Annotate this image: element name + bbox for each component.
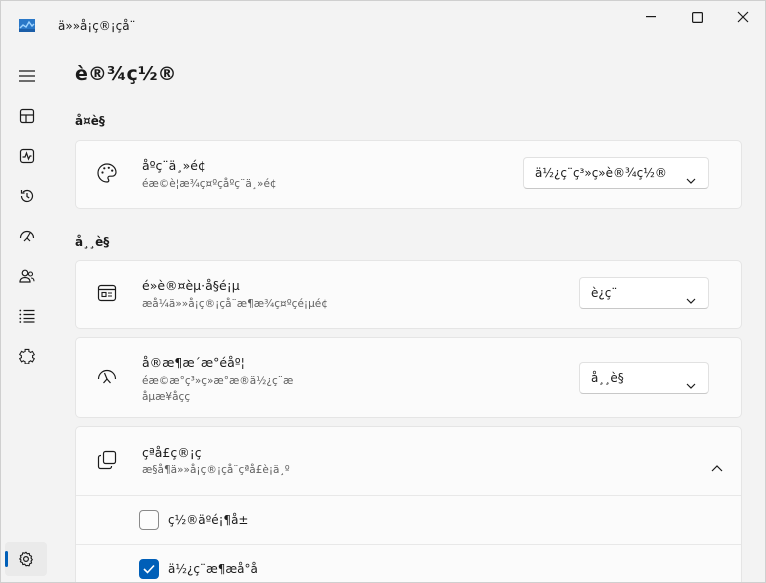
window-title: ä»»å¡ç®¡çå¨	[58, 19, 136, 33]
task-manager-window: ä»»å¡ç®¡çå¨ è®¾ç½® å¤è§ åºç¨ä¸»é¢ éæ©è¦æ…	[0, 0, 766, 583]
checkmark-icon	[143, 564, 155, 574]
section-title-behavior: å¸¸è§	[75, 235, 110, 249]
chevron-down-icon	[686, 169, 696, 188]
palette-icon	[96, 162, 120, 186]
expander-divider	[76, 495, 741, 496]
startup-apps-icon[interactable]	[15, 224, 39, 248]
hamburger-icon[interactable]	[15, 64, 39, 88]
default-page-card: é»è®¤èµ·å§é¡µ æå¼ä»»å¡ç®¡çå¨æ¶æ¾ç¤ºçé¡µé…	[75, 260, 742, 329]
selected-indicator	[5, 551, 8, 567]
title-bar[interactable]: ä»»å¡ç®¡çå¨	[1, 1, 765, 33]
speedometer-icon	[96, 366, 120, 390]
realtime-speed-dropdown[interactable]: å¸¸è§	[579, 362, 709, 394]
app-theme-title: åºç¨ä¸»é¢	[142, 158, 206, 173]
window-management-description: æ§å¶ä»»å¡ç®¡çå¨çªå£è¡ä¸º	[142, 464, 290, 476]
services-icon[interactable]	[15, 344, 39, 368]
details-icon[interactable]	[15, 304, 39, 328]
chevron-down-icon	[686, 374, 696, 393]
chevron-down-icon	[686, 289, 696, 308]
section-title-appearance: å¤è§	[75, 114, 105, 128]
realtime-speed-description-line-2: åµæ¥åçç	[142, 391, 191, 403]
realtime-speed-title: å®æ¶æ´æ°éåº¦	[142, 355, 245, 370]
processes-icon[interactable]	[15, 104, 39, 128]
default-page-description: æå¼ä»»å¡ç®¡çå¨æ¶æ¾ç¤ºçé¡µé¢	[142, 298, 328, 310]
app-theme-description: éæ©è¦æ¾ç¤ºçåºç¨ä¸»é¢	[142, 178, 277, 190]
app-theme-dropdown[interactable]: ä½¿ç¨ç³»ç»è®¾ç½®	[523, 157, 709, 189]
app-theme-value: ä½¿ç¨ç³»ç»è®¾ç½®	[535, 166, 667, 180]
chevron-up-icon[interactable]	[711, 457, 723, 476]
maximize-button[interactable]	[674, 1, 720, 33]
window-management-title: çªå£ç®¡ç	[142, 445, 202, 460]
performance-icon[interactable]	[15, 144, 39, 168]
window-management-expander: çªå£ç®¡ç æ§å¶ä»»å¡ç®¡çå¨çªå£è¡ä¸º ç½®äºé…	[75, 426, 742, 582]
task-manager-icon	[19, 17, 35, 32]
users-icon[interactable]	[15, 264, 39, 288]
app-history-icon[interactable]	[15, 184, 39, 208]
app-theme-card: åºç¨ä¸»é¢ éæ©è¦æ¾ç¤ºçåºç¨ä¸»é¢ ä½¿ç¨ç³»ç…	[75, 140, 742, 209]
minimize-on-use-label: ä½¿ç¨æ¶æå°å	[168, 562, 258, 576]
always-on-top-checkbox[interactable]	[139, 510, 159, 530]
always-on-top-label: ç½®äºé¡¶å±	[168, 513, 249, 527]
realtime-speed-description-line-1: éæ©æ°ç³»ç»æ°æ®ä½¿ç¨æ	[142, 375, 294, 387]
nav-item-settings[interactable]	[5, 542, 47, 576]
settings-icon	[18, 551, 34, 571]
minimize-icon	[646, 16, 656, 18]
window-management-header[interactable]: çªå£ç®¡ç æ§å¶ä»»å¡ç®¡çå¨çªå£è¡ä¸º	[76, 427, 741, 495]
option-divider	[76, 544, 741, 545]
window-stack-icon	[96, 449, 120, 473]
minimize-button[interactable]	[628, 1, 674, 33]
close-icon	[737, 11, 749, 23]
realtime-speed-card: å®æ¶æ´æ°éåº¦ éæ©æ°ç³»ç»æ°æ®ä½¿ç¨æ åµæ¥åç…	[75, 337, 742, 418]
realtime-speed-value: å¸¸è§	[591, 371, 624, 385]
default-page-value: è¿ç¨	[591, 286, 618, 300]
maximize-icon	[691, 11, 703, 23]
start-page-icon	[96, 282, 120, 306]
close-button[interactable]	[720, 1, 765, 33]
default-page-title: é»è®¤èµ·å§é¡µ	[142, 278, 240, 293]
default-page-dropdown[interactable]: è¿ç¨	[579, 277, 709, 309]
page-title: è®¾ç½®	[75, 63, 177, 85]
minimize-on-use-checkbox[interactable]	[139, 559, 159, 579]
